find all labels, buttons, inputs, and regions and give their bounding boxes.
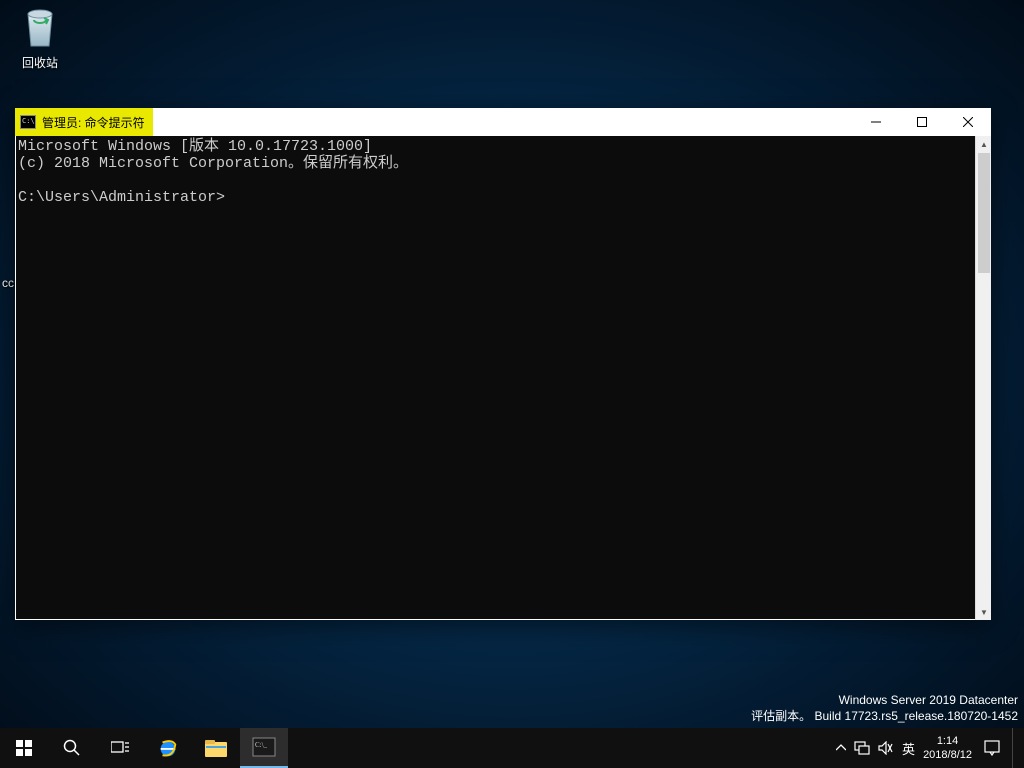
clock-date: 2018/8/12 — [923, 748, 972, 762]
window-title: 管理员: 命令提示符 — [42, 114, 145, 131]
search-icon — [63, 739, 81, 757]
window-controls — [853, 108, 991, 136]
minimize-button[interactable] — [853, 108, 899, 136]
desktop-icon-recycle-bin[interactable]: 回收站 — [2, 2, 78, 71]
search-button[interactable] — [48, 728, 96, 768]
recycle-bin-icon — [19, 2, 61, 50]
tray-overflow-button[interactable] — [836, 743, 846, 753]
volume-icon — [878, 741, 894, 755]
tray-ime-button[interactable]: 英 — [902, 739, 915, 758]
titlebar-drag-area[interactable] — [153, 108, 853, 136]
titlebar[interactable]: 管理员: 命令提示符 — [15, 108, 991, 136]
terminal-output[interactable]: Microsoft Windows [版本 10.0.17723.1000] (… — [15, 136, 975, 620]
close-button[interactable] — [945, 108, 991, 136]
system-tray: 英 1:14 2018/8/12 — [832, 728, 1024, 768]
scroll-up-button[interactable]: ▲ — [976, 136, 992, 152]
tray-volume-button[interactable] — [878, 741, 894, 755]
tray-network-button[interactable] — [854, 741, 870, 755]
notification-icon — [984, 740, 1000, 756]
tray-clock[interactable]: 1:14 2018/8/12 — [923, 734, 972, 762]
vertical-scrollbar[interactable]: ▲ ▼ — [975, 136, 991, 620]
title-left: 管理员: 命令提示符 — [15, 108, 153, 136]
task-view-icon — [111, 740, 129, 756]
taskbar-spacer — [288, 728, 832, 768]
taskbar-app-ie[interactable] — [144, 728, 192, 768]
scroll-thumb[interactable] — [978, 153, 990, 273]
minimize-icon — [871, 117, 881, 127]
terminal-line: (c) 2018 Microsoft Corporation。保留所有权利。 — [18, 155, 408, 172]
desktop-watermark: Windows Server 2019 Datacenter 评估副本。 Bui… — [751, 692, 1018, 724]
scroll-down-button[interactable]: ▼ — [976, 604, 992, 620]
task-view-button[interactable] — [96, 728, 144, 768]
ie-icon — [156, 737, 180, 759]
show-desktop-button[interactable] — [1012, 728, 1018, 768]
start-button[interactable] — [0, 728, 48, 768]
taskbar-app-cmd[interactable]: C:\_ — [240, 728, 288, 768]
svg-text:C:\_: C:\_ — [255, 741, 268, 749]
maximize-button[interactable] — [899, 108, 945, 136]
command-prompt-window: 管理员: 命令提示符 Microsoft Windows [版本 10.0.17… — [15, 108, 991, 620]
terminal-prompt: C:\Users\Administrator> — [18, 189, 225, 206]
terminal-line: Microsoft Windows [版本 10.0.17723.1000] — [18, 138, 372, 155]
taskbar: C:\_ 英 1:14 2018/8/12 — [0, 728, 1024, 768]
close-icon — [963, 117, 973, 127]
maximize-icon — [917, 117, 927, 127]
watermark-line2: 评估副本。 Build 17723.rs5_release.180720-145… — [751, 708, 1018, 724]
watermark-line1: Windows Server 2019 Datacenter — [751, 692, 1018, 708]
cmd-icon — [20, 115, 36, 129]
clock-time: 1:14 — [923, 734, 972, 748]
desktop-icon-label: 回收站 — [2, 54, 78, 71]
file-explorer-icon — [204, 737, 228, 759]
taskbar-app-explorer[interactable] — [192, 728, 240, 768]
chevron-up-icon — [836, 743, 846, 753]
network-icon — [854, 741, 870, 755]
cmd-taskbar-icon: C:\_ — [252, 736, 276, 758]
tray-notifications-button[interactable] — [980, 740, 1004, 756]
windows-logo-icon — [16, 740, 32, 756]
terminal-container: Microsoft Windows [版本 10.0.17723.1000] (… — [15, 136, 991, 620]
